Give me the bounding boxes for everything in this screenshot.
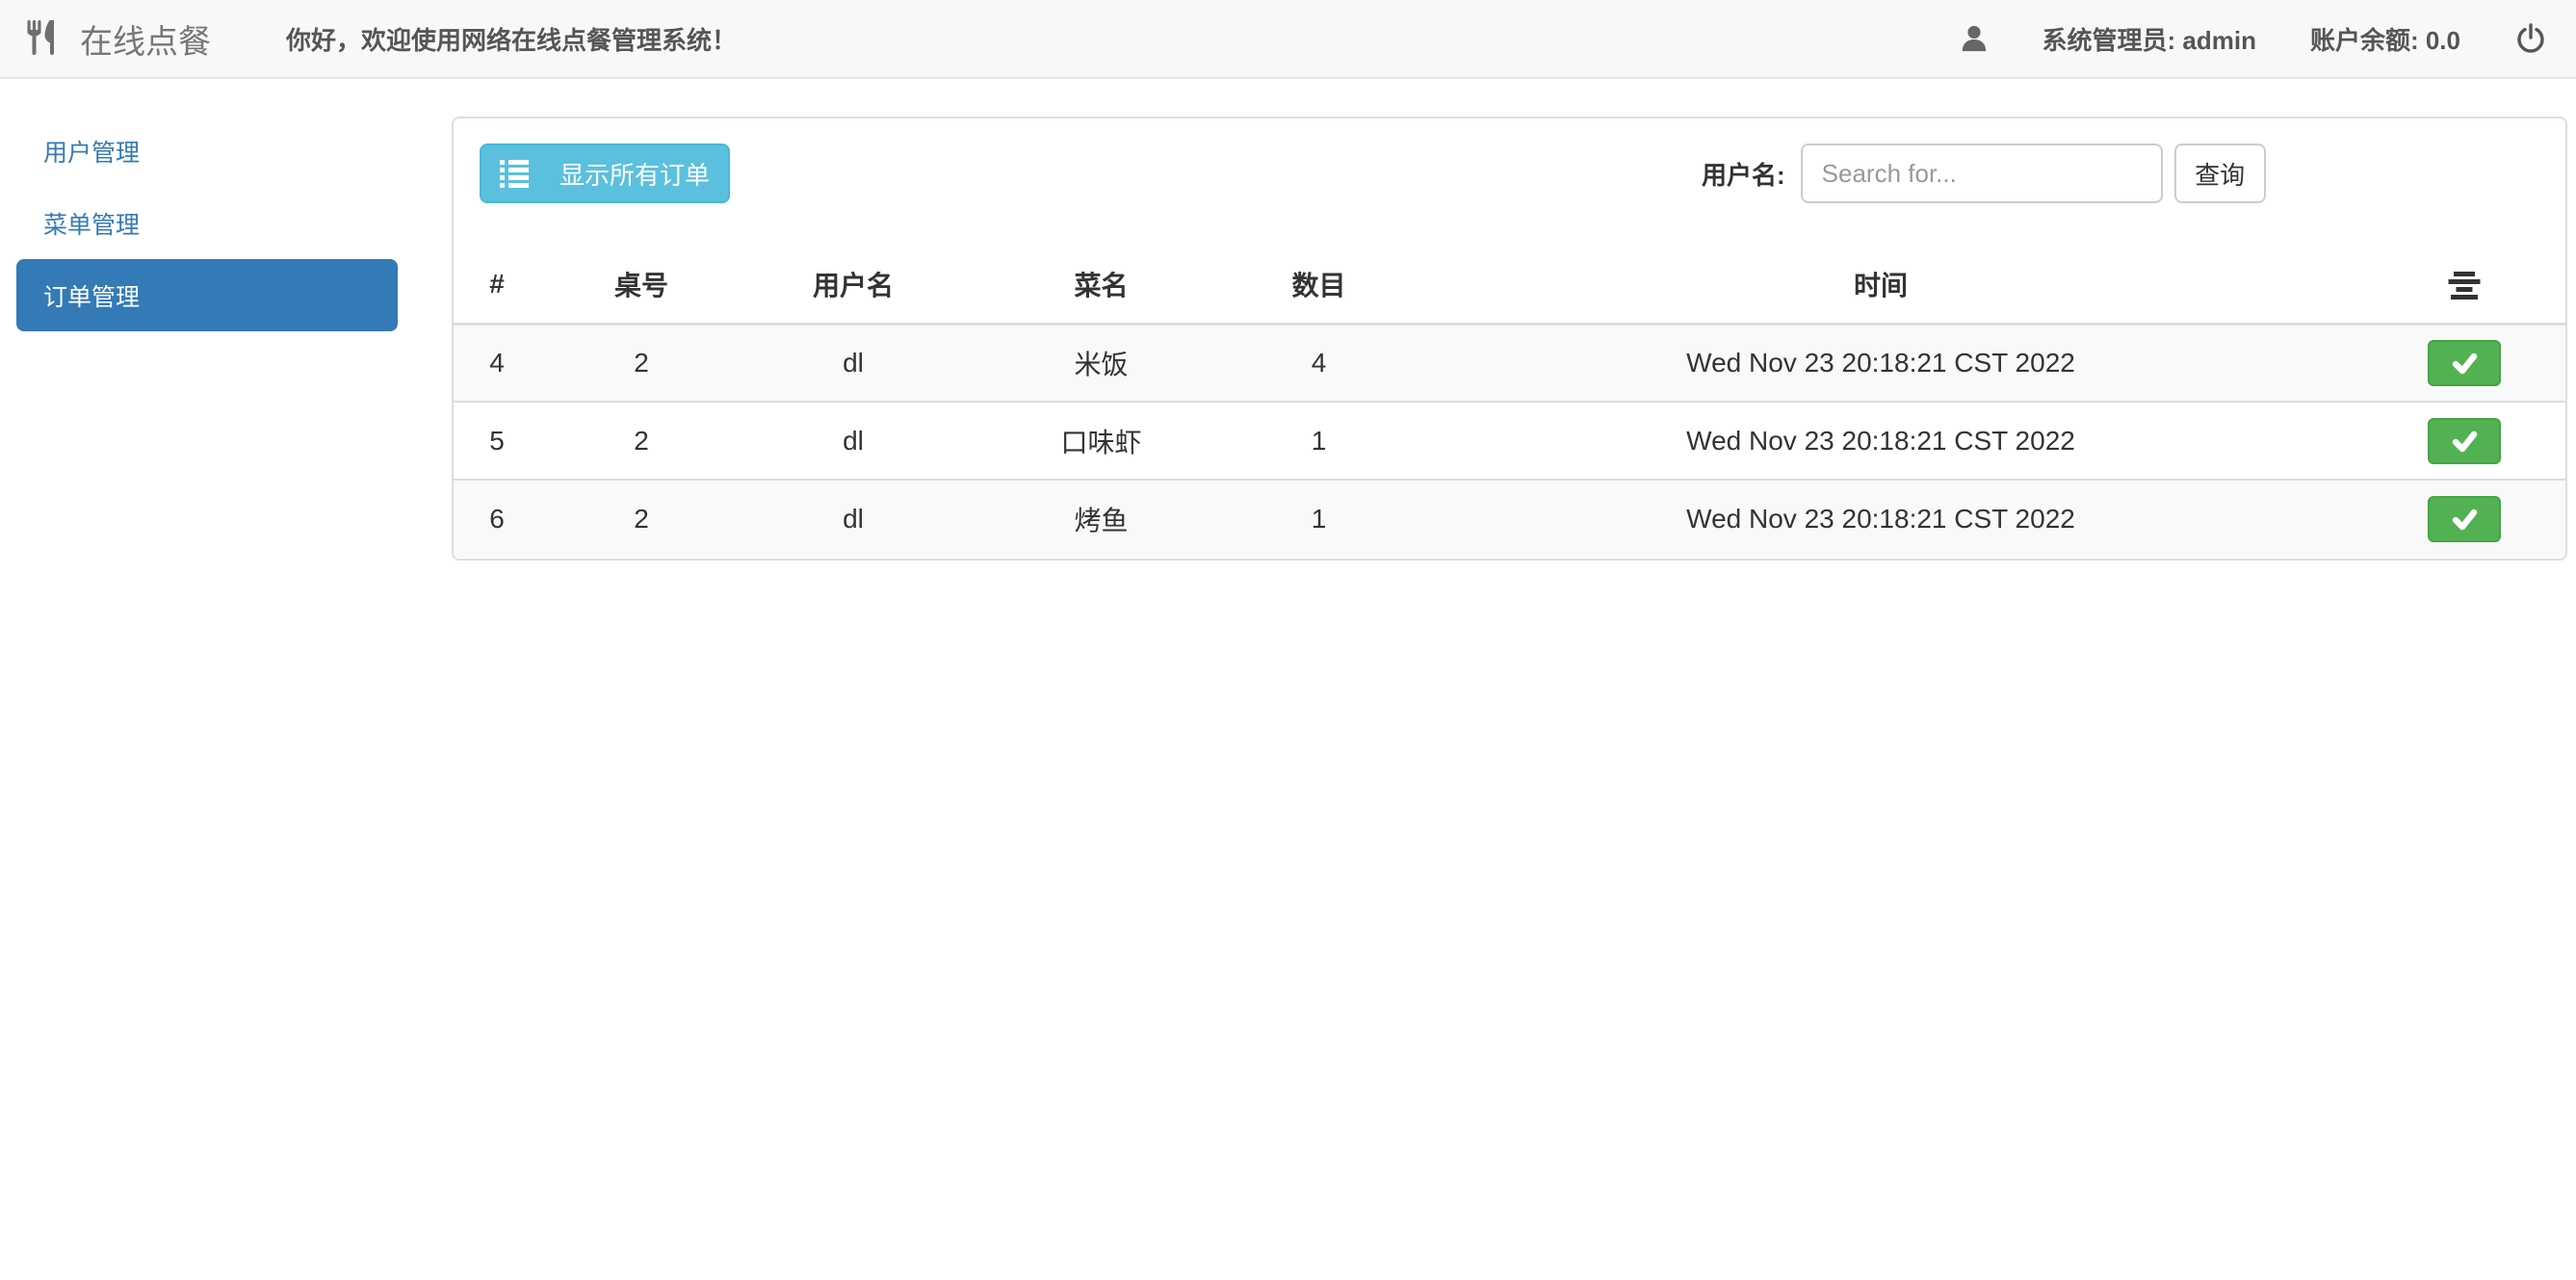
cell-table-no: 2 xyxy=(540,402,742,480)
admin-label: 系统管理员: admin xyxy=(2043,21,2256,57)
person-icon xyxy=(1960,24,1989,53)
query-button[interactable]: 查询 xyxy=(2174,144,2266,203)
check-icon xyxy=(2449,426,2480,457)
cell-time: Wed Nov 23 20:18:21 CST 2022 xyxy=(1399,480,2362,558)
order-row: 5 2 dl 口味虾 1 Wed Nov 23 20:18:21 CST 202… xyxy=(454,402,2565,480)
cell-id: 6 xyxy=(454,480,540,558)
cell-dish: 米饭 xyxy=(964,324,1238,402)
top-navbar: 在线点餐 你好，欢迎使用网络在线点餐管理系统！ 系统管理员: admin 账户余… xyxy=(0,0,2576,79)
orders-table-header-row: # 桌号 用户名 菜名 数目 时间 xyxy=(454,247,2565,324)
header-time: 时间 xyxy=(1399,247,2362,324)
cell-username: dl xyxy=(742,402,964,480)
cell-table-no: 2 xyxy=(540,480,742,558)
welcome-message: 你好，欢迎使用网络在线点餐管理系统！ xyxy=(286,21,737,57)
app-brand[interactable]: 在线点餐 xyxy=(27,15,211,63)
confirm-order-button[interactable] xyxy=(2428,340,2501,386)
cell-dish: 口味虾 xyxy=(964,402,1238,480)
cell-id: 4 xyxy=(454,324,540,402)
confirm-order-button[interactable] xyxy=(2428,418,2501,464)
cutlery-icon xyxy=(27,20,63,57)
cell-actions xyxy=(2362,402,2565,480)
navbar-right: 系统管理员: admin 账户余额: 0.0 xyxy=(1960,21,2547,57)
search-input[interactable] xyxy=(1801,144,2163,203)
cell-time: Wed Nov 23 20:18:21 CST 2022 xyxy=(1399,324,2362,402)
sidebar-item-orders[interactable]: 订单管理 xyxy=(16,259,398,331)
show-all-orders-button[interactable]: 显示所有订单 xyxy=(480,144,730,203)
header-qty: 数目 xyxy=(1238,247,1399,324)
header-table-no: 桌号 xyxy=(540,247,742,324)
header-dish: 菜名 xyxy=(964,247,1238,324)
search-group: 用户名: 查询 xyxy=(1702,144,2266,203)
cell-actions xyxy=(2362,480,2565,558)
check-icon xyxy=(2449,348,2480,379)
sidebar-item-users[interactable]: 用户管理 xyxy=(16,115,398,187)
cell-qty: 1 xyxy=(1238,402,1399,480)
cell-time: Wed Nov 23 20:18:21 CST 2022 xyxy=(1399,402,2362,480)
sidebar-item-menu[interactable]: 菜单管理 xyxy=(16,187,398,259)
app-title: 在线点餐 xyxy=(80,15,211,63)
sidebar: 用户管理 菜单管理 订单管理 xyxy=(16,115,398,331)
orders-table: # 桌号 用户名 菜名 数目 时间 4 2 xyxy=(454,247,2565,558)
header-actions xyxy=(2362,247,2565,324)
check-icon xyxy=(2449,504,2480,535)
cell-table-no: 2 xyxy=(540,324,742,402)
header-username: 用户名 xyxy=(742,247,964,324)
orders-panel: 显示所有订单 用户名: 查询 # 桌号 用户名 菜名 数目 时间 xyxy=(452,117,2567,561)
cell-username: dl xyxy=(742,480,964,558)
cell-actions xyxy=(2362,324,2565,402)
cell-dish: 烤鱼 xyxy=(964,480,1238,558)
order-row: 6 2 dl 烤鱼 1 Wed Nov 23 20:18:21 CST 2022 xyxy=(454,480,2565,558)
cell-id: 5 xyxy=(454,402,540,480)
align-justify-icon xyxy=(2448,272,2481,300)
confirm-order-button[interactable] xyxy=(2428,496,2501,542)
balance-label: 账户余额: 0.0 xyxy=(2310,21,2460,57)
cell-qty: 4 xyxy=(1238,324,1399,402)
cell-username: dl xyxy=(742,324,964,402)
cell-qty: 1 xyxy=(1238,480,1399,558)
show-all-orders-label: 显示所有订单 xyxy=(559,156,710,192)
list-icon xyxy=(500,160,529,188)
username-label: 用户名: xyxy=(1702,156,1785,192)
power-icon[interactable] xyxy=(2514,22,2547,55)
order-row: 4 2 dl 米饭 4 Wed Nov 23 20:18:21 CST 2022 xyxy=(454,324,2565,402)
header-id: # xyxy=(454,247,540,324)
